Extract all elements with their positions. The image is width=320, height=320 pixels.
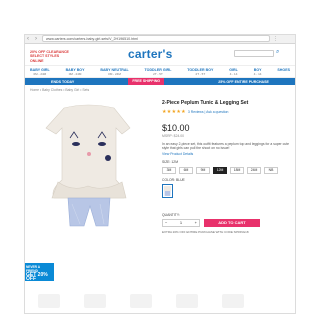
thumb-item[interactable] [38, 294, 60, 308]
product-msrp: MSRP: $24.00 [162, 134, 185, 138]
product-title: 2-Piece Peplum Tunic & Legging Set [162, 100, 249, 106]
promo-strip[interactable]: ENDS TODAY FREE SHIPPING 25% OFF ENTIRE … [24, 78, 296, 85]
quantity-label: QUANTITY: [162, 212, 180, 217]
site-header: 20% OFF CLEARANCE SELECT STYLES ONLINE c… [24, 44, 296, 66]
clearance-promo[interactable]: 20% OFF CLEARANCE SELECT STYLES ONLINE [30, 50, 70, 63]
size-option-9m[interactable]: 9M [196, 166, 210, 174]
product-description: In an easy 2-piece set, this outfit feat… [162, 142, 290, 151]
browser-toolbar: ‹ › www.carters.com/carters-baby-girl-se… [24, 34, 296, 44]
view-details-link[interactable]: View Product Details [162, 152, 290, 156]
thumb-item[interactable] [84, 294, 106, 308]
color-swatch-blue[interactable] [162, 183, 173, 198]
size-option-18m[interactable]: 18M [230, 166, 244, 174]
search-icon[interactable]: ⌕ [276, 49, 279, 56]
strip-ends-today: ENDS TODAY [51, 79, 75, 84]
email-signup-tile[interactable]: NEVER A FRIEND GET 20% OFF [24, 263, 54, 282]
nav-shoes[interactable]: SHOES [277, 66, 290, 77]
nav-baby-boy[interactable]: BABY BOY 0M - 24M [66, 66, 85, 77]
nav-girl[interactable]: GIRL 4 - 14 [229, 66, 238, 77]
size-option-3m[interactable]: 3M [162, 166, 176, 174]
size-option-12m[interactable]: 12M [213, 166, 227, 174]
search-input[interactable] [234, 50, 274, 57]
size-option-6m[interactable]: 6M [179, 166, 193, 174]
nav-baby-neutral[interactable]: BABY NEUTRAL 0M - 24M [100, 66, 128, 77]
strip-free-shipping: FREE SHIPPING [128, 78, 165, 85]
address-bar[interactable]: www.carters.com/carters-baby-girl-sets/V… [42, 35, 270, 42]
add-to-cart-button[interactable]: ADD TO CART [204, 218, 260, 227]
web-page: 20% OFF CLEARANCE SELECT STYLES ONLINE c… [24, 44, 296, 314]
product-image[interactable] [34, 100, 142, 230]
nav-toddler-girl[interactable]: TODDLER GIRL 2T - 5T [145, 66, 172, 77]
size-option-24m[interactable]: 24M [247, 166, 261, 174]
back-icon[interactable]: ‹ [24, 34, 32, 44]
color-label: COLOR: BLUE [162, 177, 185, 182]
plus-icon[interactable]: + [195, 220, 197, 225]
product-details: 2-Piece Peplum Tunic & Legging Set ★★★★★… [162, 100, 290, 234]
size-label: SIZE: 12M [162, 159, 179, 164]
category-nav: BABY GIRL 0M - 24M BABY BOY 0M - 24M BABY … [24, 66, 296, 78]
site-logo[interactable]: carter's [128, 47, 173, 61]
reviews-link[interactable]: 3 Reviews | Ask a question [188, 110, 228, 114]
thumb-item[interactable] [130, 294, 152, 308]
shipping-note: EXTRA 20% OFF ENTIRE PURCHASE WITH CODE … [162, 229, 249, 234]
thumb-item[interactable] [222, 294, 244, 308]
forward-icon[interactable]: › [32, 34, 40, 44]
browser-window: ‹ › www.carters.com/carters-baby-girl-se… [0, 0, 320, 320]
nav-boy[interactable]: BOY 4 - 14 [254, 66, 262, 77]
nav-toddler-boy[interactable]: TODDLER BOY 2T - 5T [187, 66, 213, 77]
minus-icon[interactable]: − [165, 220, 167, 225]
nav-baby-girl[interactable]: BABY GIRL 0M - 24M [30, 66, 50, 77]
breadcrumb[interactable]: Home • Baby Clothes • Baby Girl • Sets [24, 85, 296, 94]
star-rating-icon: ★★★★★ [162, 109, 186, 115]
recommendation-thumbs [38, 294, 244, 308]
quantity-row: − 1 + ADD TO CART [162, 218, 290, 227]
strip-entire-purchase: 25% OFF ENTIRE PURCHASE [218, 79, 269, 84]
tile-offer: GET 20% OFF [26, 272, 48, 282]
size-option-nb[interactable]: NB [264, 166, 278, 174]
size-selector: 3M 6M 9M 12M 18M 24M NB [162, 166, 282, 174]
browser-menu-icon[interactable]: ⋮ [273, 34, 278, 44]
quantity-stepper[interactable]: − 1 + [162, 218, 200, 227]
quantity-value: 1 [179, 220, 183, 226]
rating-row: ★★★★★ 3 Reviews | Ask a question [162, 109, 290, 115]
thumb-item[interactable] [176, 294, 198, 308]
product-price: $10.00 [162, 123, 190, 133]
